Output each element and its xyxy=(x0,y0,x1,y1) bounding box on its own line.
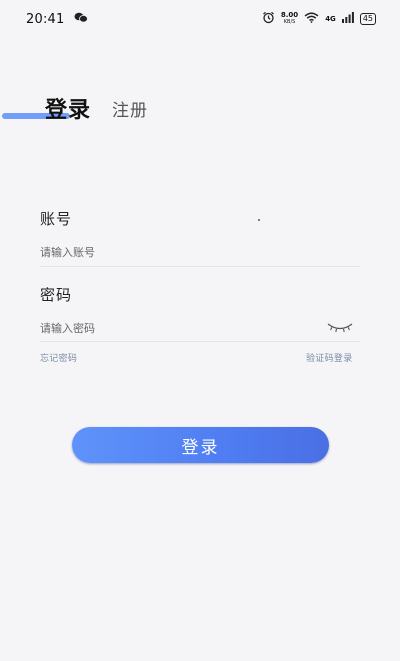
code-login-link[interactable]: 验证码登录 xyxy=(306,351,353,364)
account-input[interactable] xyxy=(40,239,360,267)
network-type: 4G xyxy=(325,15,336,23)
password-divider xyxy=(40,341,360,342)
battery-icon: 45 xyxy=(359,13,376,25)
net-speed-value: 8.00 xyxy=(280,11,299,19)
net-speed-unit: KB/S xyxy=(283,19,296,25)
decorative-dot xyxy=(258,219,260,221)
eye-closed-icon[interactable] xyxy=(325,319,355,335)
tab-login[interactable]: 登录 xyxy=(45,92,91,124)
login-button-label: 登录 xyxy=(181,437,220,458)
login-button[interactable]: 登录 xyxy=(72,427,329,463)
status-time: 20:41 xyxy=(26,11,65,27)
account-label: 账号 xyxy=(40,210,73,228)
wechat-icon xyxy=(74,12,89,27)
status-bar-left: 20:41 xyxy=(26,11,89,27)
net-speed: 8.00 KB/S xyxy=(281,12,298,26)
alarm-icon xyxy=(262,11,275,28)
wifi-icon xyxy=(304,12,319,27)
signal-icon xyxy=(341,11,354,27)
status-bar-right: 8.00 KB/S 4G 45 xyxy=(262,11,376,28)
status-bar: 20:41 8.00 KB/S 4G 45 xyxy=(0,0,400,38)
password-label: 密码 xyxy=(40,286,73,304)
password-input[interactable] xyxy=(40,314,320,342)
battery-level: 45 xyxy=(362,14,373,23)
auth-tabs: 登录 注册 xyxy=(45,92,148,124)
tab-register[interactable]: 注册 xyxy=(112,96,148,124)
forgot-password-link[interactable]: 忘记密码 xyxy=(40,351,77,364)
